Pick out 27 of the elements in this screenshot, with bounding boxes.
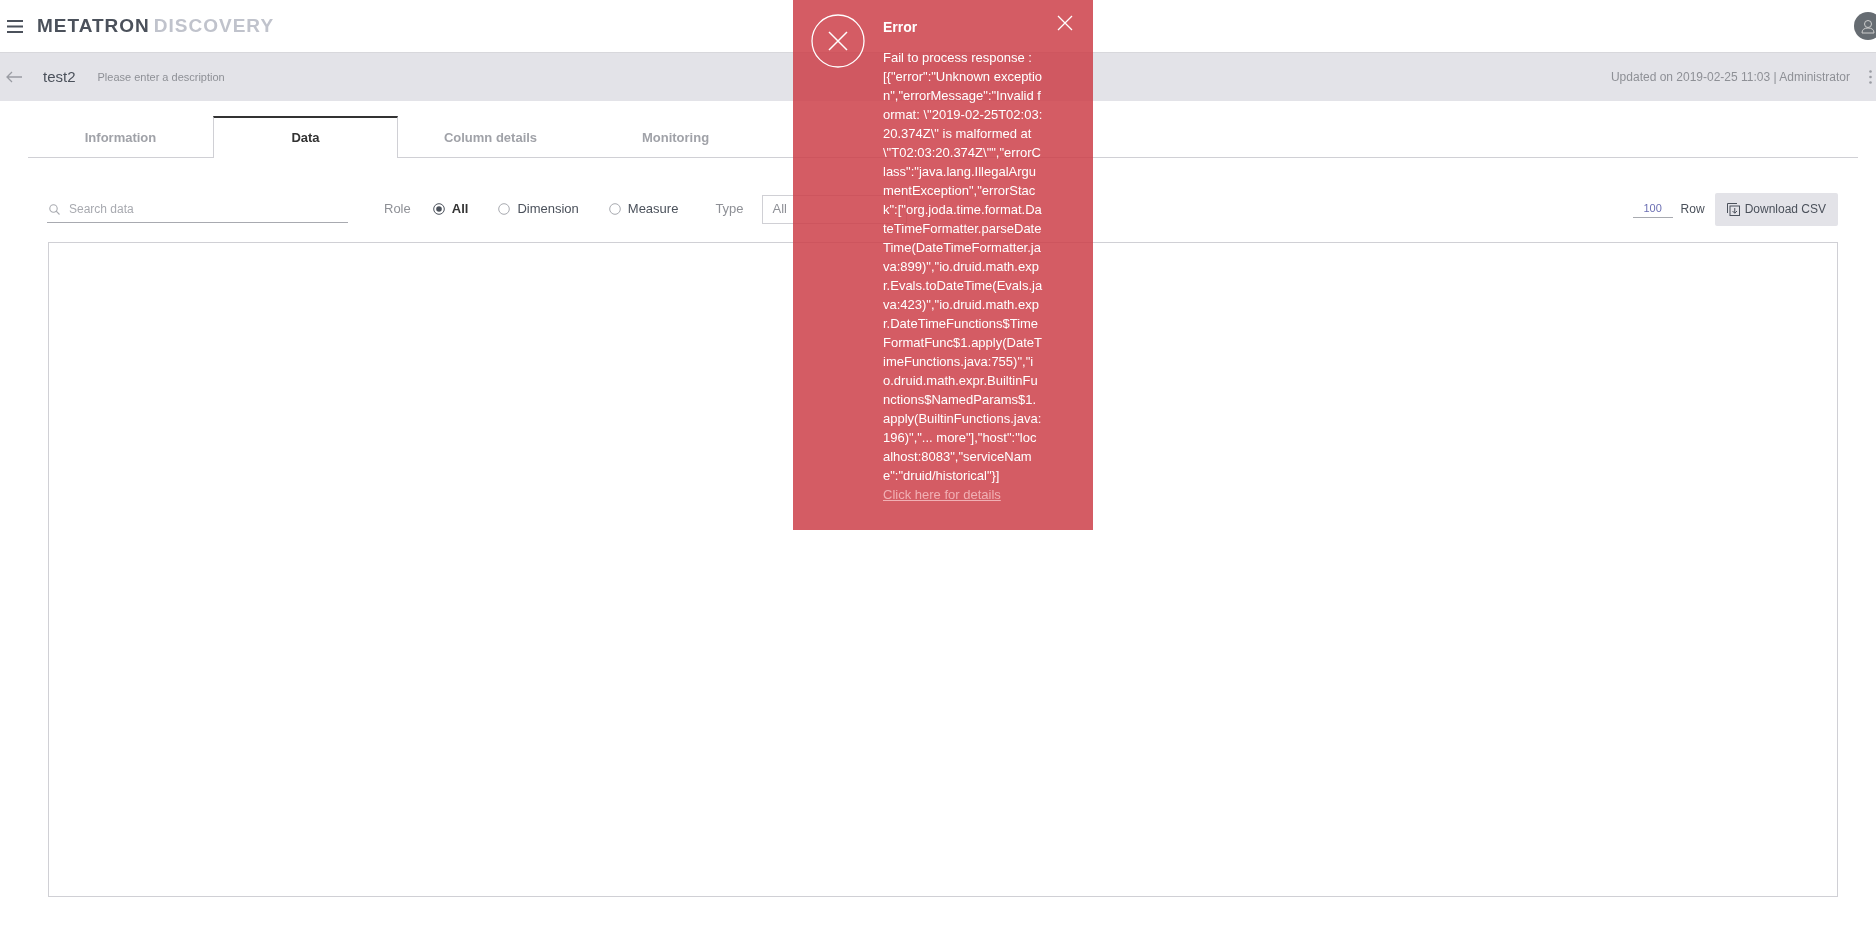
close-icon[interactable] bbox=[1057, 15, 1073, 31]
radio-label[interactable]: All bbox=[451, 199, 469, 219]
role-label: Role bbox=[384, 200, 411, 219]
tab[interactable]: Data bbox=[213, 116, 398, 158]
error-icon bbox=[811, 14, 865, 68]
type-label: Type bbox=[715, 200, 744, 219]
dataset-title: test2 bbox=[43, 66, 76, 87]
menu-icon[interactable] bbox=[7, 19, 23, 33]
download-icon bbox=[1726, 202, 1740, 216]
back-arrow-icon[interactable] bbox=[5, 71, 23, 83]
app-logo: METATRON DISCOVERY bbox=[37, 13, 275, 38]
search-icon bbox=[49, 203, 60, 215]
error-message: Fail to process response : [{"error":"Unknown exception","errorMessage":"Invalid format: \"2019-02-25T02:03:20.374Z\" is malformed at \"T02:03:20.374Z\"","errorClass":"java.lang.IllegalArgumentException","errorStack":["org.joda.time.format.DateTimeFormatter.parseDateTime(DateTimeFormatter.java:899)","io.druid.math.expr.Evals.toDateTime(Evals.java:423)","io.druid.math.expr.DateTimeFunctions$TimeFormatFunc$1.apply(DateTimeFunctions.java:755)","io.druid.math.expr.BuiltinFunctions$NamedParams$1.apply(BuiltinFunctions.java:196)","... more"],"host":"localhost:8083","serviceName":"druid/historical"}] bbox=[883, 49, 1043, 485]
updated-info: Updated on 2019-02-25 11:03 | Administrator bbox=[1610, 69, 1850, 86]
description-field[interactable]: Please enter a description bbox=[97, 68, 398, 86]
avatar-icon[interactable] bbox=[1854, 12, 1876, 40]
download-csv-button[interactable]: Download CSV bbox=[1714, 192, 1838, 226]
radio-button[interactable] bbox=[498, 203, 511, 215]
radio-label[interactable]: Measure bbox=[627, 199, 679, 219]
row-count-field[interactable]: 100 bbox=[1632, 200, 1673, 218]
more-options-icon[interactable] bbox=[1869, 70, 1872, 84]
radio-label[interactable]: Dimension bbox=[517, 199, 579, 219]
search-field[interactable]: Search data bbox=[47, 195, 348, 223]
row-label: Row bbox=[1680, 201, 1705, 218]
radio-button[interactable] bbox=[432, 203, 445, 215]
radio-button[interactable] bbox=[608, 203, 621, 215]
toast-title: Error bbox=[883, 18, 919, 37]
